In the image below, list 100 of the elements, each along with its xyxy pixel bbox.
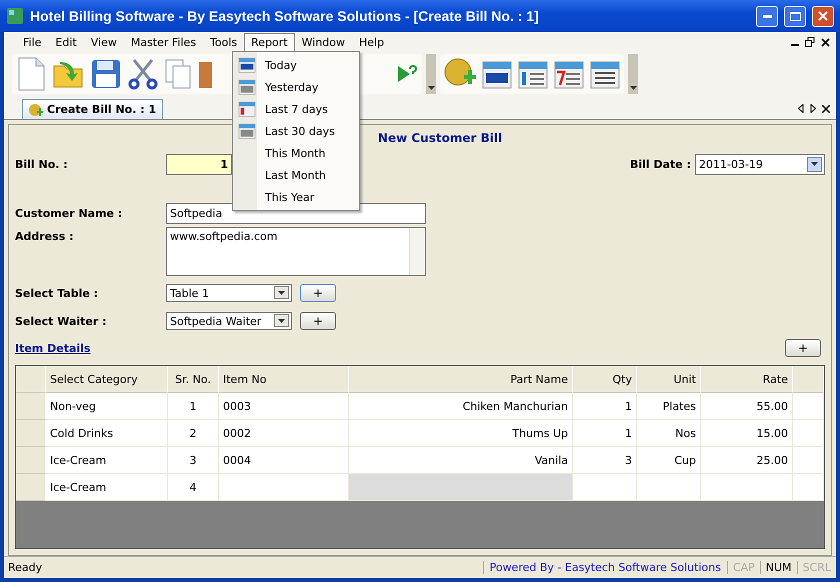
coin-add-icon: [29, 102, 43, 116]
table-cell: 25.00: [701, 447, 793, 474]
menu-item[interactable]: Last 7 days: [233, 98, 359, 120]
menu-item[interactable]: Tools: [203, 32, 244, 52]
add-item-button[interactable]: +: [785, 339, 821, 357]
bill-number-field[interactable]: 1: [166, 154, 232, 174]
column-header[interactable]: Rate: [701, 366, 793, 393]
row-header: [16, 366, 46, 393]
add-waiter-button[interactable]: +: [300, 312, 336, 330]
field-label: Select Table :: [15, 286, 100, 300]
scissors-icon[interactable]: [128, 58, 158, 90]
table-cell: [637, 474, 701, 501]
table-cell: 4: [168, 474, 219, 501]
table-cell: 1: [573, 420, 637, 447]
column-header[interactable]: Unit: [637, 366, 701, 393]
item-details-link[interactable]: Item Details: [15, 342, 777, 354]
date-picker[interactable]: 2011-03-19: [695, 154, 825, 174]
table-cell: [793, 420, 824, 447]
menu-item[interactable]: Help: [352, 32, 392, 52]
calendar-icon: [238, 123, 256, 139]
table-cell: Chiken Manchurian: [349, 393, 573, 420]
table-dropdown[interactable]: Table 1: [166, 284, 292, 302]
column-header[interactable]: Item No: [219, 366, 349, 393]
table-cell: 3: [168, 447, 219, 474]
table-cell: [793, 474, 824, 501]
calendar-icon[interactable]: [554, 59, 584, 89]
table-cell: Plates: [637, 393, 701, 420]
close-tab-icon[interactable]: [822, 105, 830, 113]
column-header[interactable]: Sr. No.: [168, 366, 219, 393]
save-icon[interactable]: [90, 58, 122, 90]
table-cell: [573, 474, 637, 501]
day-calendar-icon[interactable]: [482, 59, 512, 89]
minimize-button[interactable]: [756, 6, 778, 26]
scroll-right-icon[interactable]: [810, 104, 816, 113]
table-cell: 55.00: [701, 393, 793, 420]
document-tab[interactable]: Create Bill No. : 1: [22, 99, 164, 119]
table-cell: Nos: [637, 420, 701, 447]
mdi-restore-icon[interactable]: [805, 37, 815, 47]
toolbar-overflow-icon: [428, 86, 434, 90]
toolbar-overflow-icon: [630, 86, 636, 90]
table-cell: Non-veg: [46, 393, 168, 420]
menu-item[interactable]: Master Files: [124, 32, 204, 52]
calendar-icon: [238, 79, 256, 95]
field-label: Select Waiter :: [15, 314, 108, 328]
add-table-button[interactable]: +: [300, 284, 336, 302]
table-cell: 1: [573, 393, 637, 420]
table-cell: [793, 447, 824, 474]
maximize-button[interactable]: [784, 6, 806, 26]
address-field[interactable]: www.softpedia.com: [166, 227, 426, 276]
menu-item[interactable]: Last 30 days: [233, 120, 359, 142]
menu-item[interactable]: Window: [294, 32, 352, 52]
column-header[interactable]: Qty: [573, 366, 637, 393]
menu-item[interactable]: Today: [233, 54, 359, 76]
close-button[interactable]: [812, 6, 834, 26]
table-cell: 15.00: [701, 420, 793, 447]
table-cell: [793, 393, 824, 420]
mdi-close-icon[interactable]: [821, 38, 830, 46]
table-cell: Ice-Cream: [46, 474, 168, 501]
menu-item[interactable]: Yesterday: [233, 76, 359, 98]
dropdown-arrow-icon: [811, 162, 818, 166]
menu-item[interactable]: Edit: [48, 32, 84, 52]
menu-item[interactable]: This Month: [233, 142, 359, 164]
copy-icon[interactable]: [164, 58, 192, 90]
table-cell: Vanila: [349, 447, 573, 474]
menu-item[interactable]: View: [84, 32, 124, 52]
table-cell: 3: [573, 447, 637, 474]
table-cell: Thums Up: [349, 420, 573, 447]
new-document-icon[interactable]: [16, 57, 46, 91]
menu-item[interactable]: Report: [244, 32, 295, 52]
calendar-icon[interactable]: [590, 59, 620, 89]
table-cell: 2: [168, 420, 219, 447]
key-indicator: NUM: [760, 561, 797, 574]
day-calendar-icon: [238, 57, 256, 73]
field-label: Customer Name :: [15, 206, 124, 220]
dropdown-arrow-icon: [278, 318, 285, 322]
table-cell: Cold Drinks: [46, 420, 168, 447]
menu-item[interactable]: Last Month: [233, 164, 359, 186]
form-heading: New Customer Bill: [378, 131, 502, 147]
minimize-icon: [762, 14, 772, 18]
table-cell: 0002: [219, 420, 349, 447]
maximize-icon: [790, 12, 800, 20]
scrollbar[interactable]: [409, 228, 425, 275]
field-label: Address :: [15, 229, 74, 243]
table-cell: Cup: [637, 447, 701, 474]
key-indicator: SCRL: [796, 561, 836, 574]
column-header[interactable]: Select Category: [46, 366, 168, 393]
table-cell: 0003: [219, 393, 349, 420]
waiter-dropdown[interactable]: Softpedia Waiter: [166, 312, 292, 330]
calendar-icon: [238, 101, 256, 117]
scroll-left-icon[interactable]: [798, 104, 804, 113]
calendar-icon[interactable]: [518, 59, 548, 89]
table-cell: 0004: [219, 447, 349, 474]
app-icon: [6, 7, 24, 25]
column-header: [793, 366, 824, 393]
status-message: Ready: [7, 561, 44, 574]
table-cell: 1: [168, 393, 219, 420]
column-header[interactable]: Part Name: [349, 366, 573, 393]
menu-item[interactable]: File: [16, 32, 48, 52]
field-label: Bill Date :: [630, 158, 691, 170]
help-arrow-icon[interactable]: [396, 64, 418, 84]
